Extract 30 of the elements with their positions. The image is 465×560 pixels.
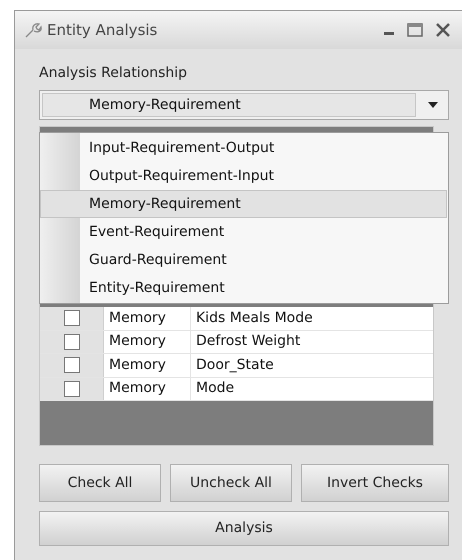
type-cell: Memory xyxy=(104,307,191,330)
close-icon[interactable] xyxy=(434,21,452,39)
dropdown-option[interactable]: Input-Requirement-Output xyxy=(80,134,447,162)
dropdown-option[interactable]: Memory-Requirement xyxy=(40,190,447,218)
combo-value: Memory-Requirement xyxy=(42,93,416,117)
dropdown-option[interactable]: Event-Requirement xyxy=(80,218,447,246)
type-cell: Memory xyxy=(104,330,191,353)
name-cell-text: Mode xyxy=(195,379,236,398)
type-cell: Memory xyxy=(104,378,191,400)
relationship-combo[interactable]: Memory-Requirement xyxy=(39,90,449,120)
maximize-icon[interactable] xyxy=(406,22,424,38)
relationship-label: Analysis Relationship xyxy=(39,64,188,83)
wrench-icon xyxy=(23,20,43,40)
action-button[interactable]: Invert Checks xyxy=(301,464,449,502)
type-cell: Memory xyxy=(104,354,191,376)
name-cell-text: Defrost Weight xyxy=(195,332,302,352)
row-checkbox[interactable] xyxy=(64,357,80,374)
row-checkbox[interactable] xyxy=(64,380,80,397)
dropdown-option[interactable]: Entity-Requirement xyxy=(80,274,447,302)
action-button[interactable]: Check All xyxy=(39,464,161,502)
name-cell-text: Kids Meals Mode xyxy=(195,308,314,328)
dropdown-option[interactable]: Guard-Requirement xyxy=(80,246,447,274)
dropdown-option[interactable]: Output-Requirement-Input xyxy=(80,162,447,190)
row-checkbox[interactable] xyxy=(64,310,80,326)
name-cell-text: Door_State xyxy=(195,356,275,375)
row-checkbox[interactable] xyxy=(64,334,80,350)
analysis-button[interactable]: Analysis xyxy=(39,511,449,546)
caret-icon xyxy=(428,102,438,108)
window-title: Entity Analysis xyxy=(47,20,158,41)
action-button[interactable]: Uncheck All xyxy=(170,464,292,502)
